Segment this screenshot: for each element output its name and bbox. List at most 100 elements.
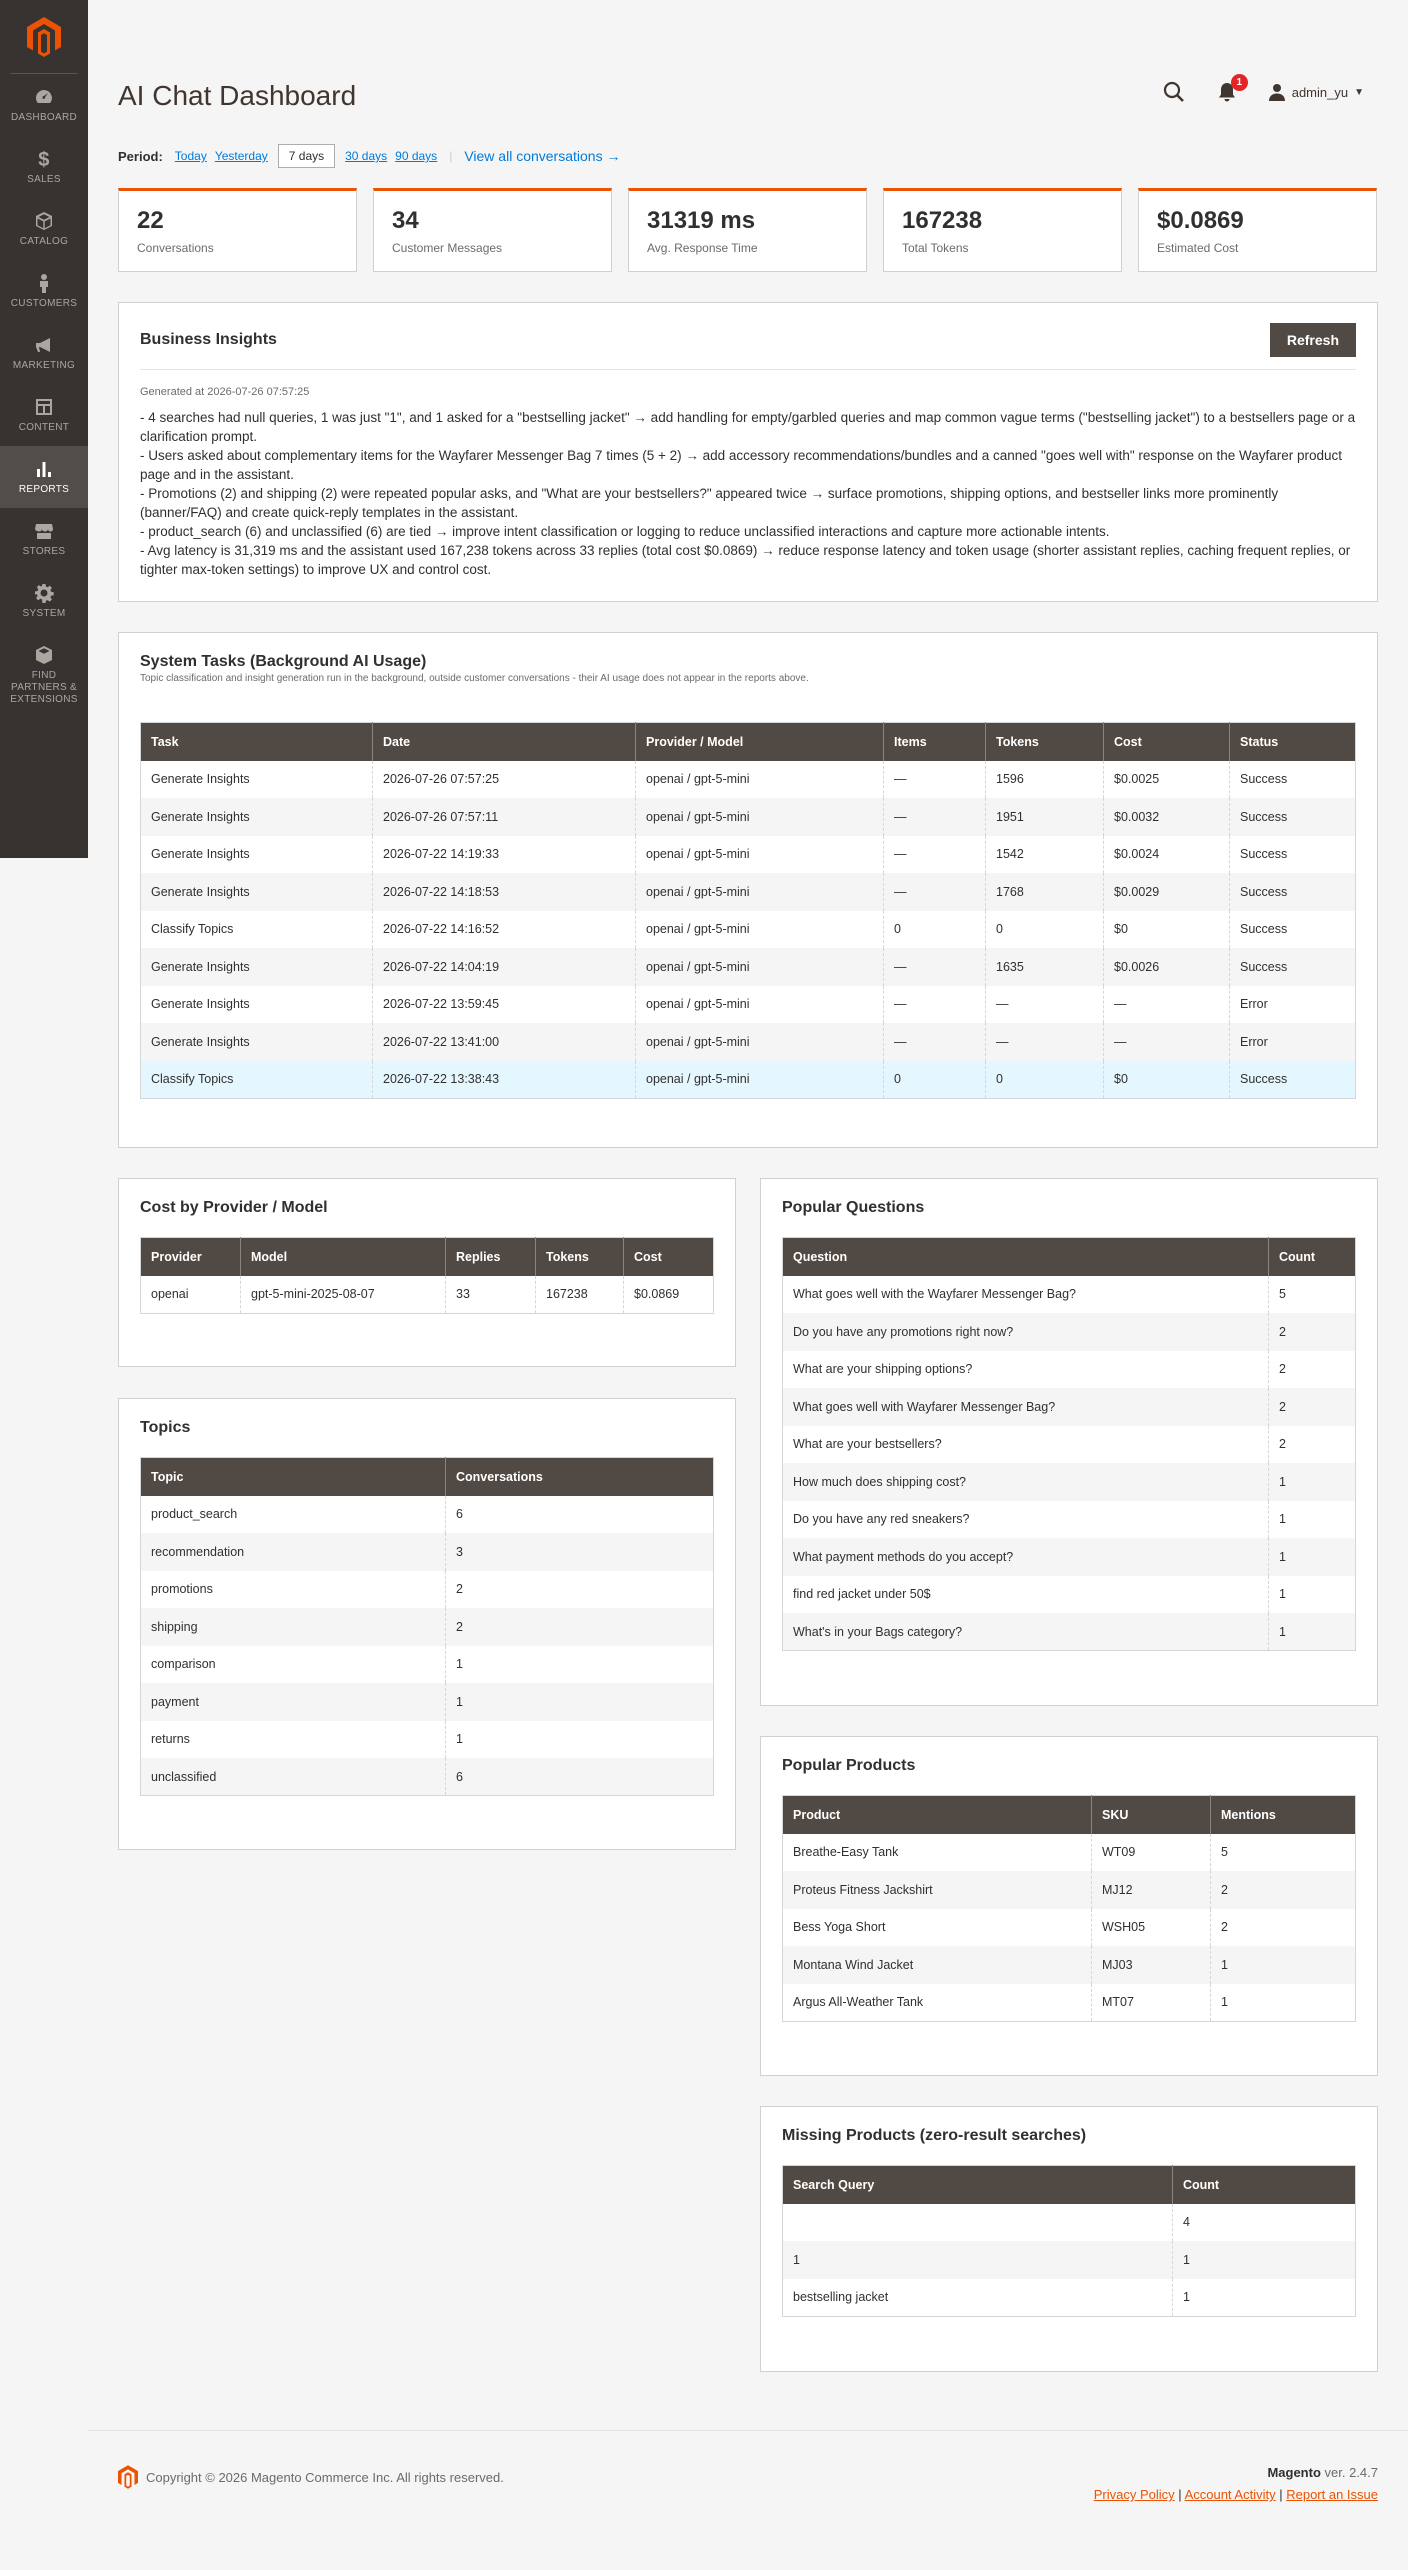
refresh-button[interactable]: Refresh [1269, 323, 1356, 357]
report-issue-link[interactable]: Report an Issue [1286, 2487, 1378, 2502]
table-row[interactable]: Generate Insights 2026-07-26 07:57:25 open… [140, 760, 1356, 798]
main-content: AI Chat Dashboard 1 admin_yu ▼ Period: T… [88, 0, 1408, 2372]
column-header[interactable]: Product [782, 1795, 1092, 1834]
column-header[interactable]: Items [883, 722, 986, 761]
count-cell: 1 [1268, 1463, 1356, 1501]
view-all-conversations-link[interactable]: View all conversations → [464, 148, 620, 164]
column-header[interactable]: Count [1268, 1237, 1356, 1276]
table-row[interactable]: Classify Topics 2026-07-22 14:16:52 openai… [140, 910, 1356, 948]
sidebar-item-content[interactable]: Content [0, 384, 88, 446]
table-row[interactable]: recommendation 3 [140, 1533, 714, 1571]
column-header[interactable]: Date [372, 722, 636, 761]
table-row[interactable]: unclassified 6 [140, 1758, 714, 1796]
business-insights-panel: Business Insights Refresh Generated at 2… [118, 302, 1378, 602]
table-row[interactable]: What payment methods do you accept? 1 [782, 1538, 1356, 1576]
table-row[interactable]: Generate Insights 2026-07-22 13:41:00 open… [140, 1023, 1356, 1061]
column-header[interactable]: Status [1229, 722, 1356, 761]
sidebar-item-sales[interactable]: $ Sales [0, 136, 88, 198]
column-header[interactable]: Mentions [1210, 1795, 1356, 1834]
status-cell: Success [1240, 847, 1288, 862]
table-row[interactable]: openai gpt-5-mini-2025-08-07 33 167238 $0.08… [140, 1275, 714, 1313]
table-row[interactable]: returns 1 [140, 1720, 714, 1758]
panel-title: System Tasks (Background AI Usage) [140, 653, 427, 670]
period-7days-selected[interactable]: 7 days [277, 144, 336, 168]
table-row[interactable]: Breathe-Easy Tank WT09 5 [782, 1833, 1356, 1871]
cost-cell: $0.0029 [1103, 873, 1230, 911]
column-header[interactable]: Tokens [985, 722, 1104, 761]
table-row[interactable]: payment 1 [140, 1683, 714, 1721]
table-row[interactable]: 11 [782, 2241, 1356, 2279]
period-yesterday-link[interactable]: Yesterday [215, 149, 268, 163]
insight-line: - Avg latency is 31,319 ms and the assis… [140, 543, 1351, 577]
column-header[interactable]: Model [240, 1237, 446, 1276]
count-cell: 1 [456, 1732, 463, 1747]
magento-logo[interactable] [10, 0, 78, 74]
sidebar-item-marketing[interactable]: Marketing [0, 322, 88, 384]
account-activity-link[interactable]: Account Activity [1185, 2487, 1276, 2502]
table-row[interactable]: Proteus Fitness Jackshirt MJ12 2 [782, 1871, 1356, 1909]
column-header[interactable]: Replies [445, 1237, 536, 1276]
table-row[interactable]: How much does shipping cost? 1 [782, 1463, 1356, 1501]
column-header[interactable]: Search Query [782, 2165, 1173, 2204]
table-row[interactable]: Do you have any red sneakers? 1 [782, 1500, 1356, 1538]
column-header[interactable]: Count [1172, 2165, 1356, 2204]
table-row[interactable]: Do you have any promotions right now? 2 [782, 1313, 1356, 1351]
user-menu[interactable]: admin_yu ▼ [1268, 83, 1364, 101]
table-row[interactable]: Bess Yoga Short WSH05 2 [782, 1908, 1356, 1946]
sidebar-item-dashboard[interactable]: Dashboard [0, 74, 88, 136]
sidebar-item-system[interactable]: System [0, 570, 88, 632]
replies-cell: 33 [445, 1275, 536, 1313]
stat-value: 34 [392, 207, 419, 234]
count-cell: 6 [456, 1507, 463, 1522]
sku-cell: MJ12 [1091, 1871, 1211, 1909]
column-header[interactable]: Tokens [535, 1237, 624, 1276]
sidebar-item-customers[interactable]: Customers [0, 260, 88, 322]
column-header[interactable]: Cost [1103, 722, 1230, 761]
table-row[interactable]: find red jacket under 50$ 1 [782, 1575, 1356, 1613]
table-row[interactable]: What's in your Bags category? 1 [782, 1613, 1356, 1651]
column-header[interactable]: Provider [140, 1237, 241, 1276]
table-row[interactable]: What are your bestsellers? 2 [782, 1425, 1356, 1463]
table-row[interactable]: Generate Insights 2026-07-22 13:59:45 open… [140, 985, 1356, 1023]
table-row[interactable]: Generate Insights 2026-07-22 14:04:19 open… [140, 948, 1356, 986]
table-row[interactable]: What are your shipping options? 2 [782, 1350, 1356, 1388]
column-header[interactable]: Provider / Model [635, 722, 884, 761]
cost-cell: — [1103, 985, 1230, 1023]
tokens-cell: 1635 [985, 948, 1104, 986]
sidebar-item-stores[interactable]: Stores [0, 508, 88, 570]
table-row[interactable]: shipping 2 [140, 1608, 714, 1646]
period-today-link[interactable]: Today [175, 149, 207, 163]
sidebar-item-reports[interactable]: Reports [0, 446, 88, 508]
column-header[interactable]: Conversations [445, 1457, 714, 1496]
column-header[interactable]: Topic [140, 1457, 446, 1496]
sidebar-item-partners[interactable]: Find Partners & Extensions [0, 632, 88, 718]
table-row[interactable]: Argus All-Weather Tank MT07 1 [782, 1983, 1356, 2021]
column-header[interactable]: Question [782, 1237, 1269, 1276]
table-row[interactable]: promotions 2 [140, 1570, 714, 1608]
period-30days-link[interactable]: 30 days [345, 149, 387, 163]
notifications-button[interactable]: 1 [1216, 74, 1248, 103]
table-row[interactable]: Generate Insights 2026-07-22 14:18:53 open… [140, 873, 1356, 911]
column-header[interactable]: Task [140, 722, 373, 761]
count-cell: 1 [1279, 1512, 1286, 1527]
search-icon[interactable] [1162, 80, 1186, 104]
product-cell: Breathe-Easy Tank [782, 1833, 1092, 1871]
table-row[interactable]: Generate Insights 2026-07-22 14:19:33 open… [140, 835, 1356, 873]
column-header[interactable]: Cost [623, 1237, 714, 1276]
table-row[interactable]: 4 [782, 2203, 1356, 2241]
period-90days-link[interactable]: 90 days [395, 149, 437, 163]
table-row[interactable]: Montana Wind Jacket MJ03 1 [782, 1946, 1356, 1984]
table-row[interactable]: bestselling jacket 1 [782, 2278, 1356, 2316]
table-row[interactable]: comparison 1 [140, 1645, 714, 1683]
privacy-policy-link[interactable]: Privacy Policy [1094, 2487, 1175, 2502]
table-row[interactable]: What goes well with Wayfarer Messenger B… [782, 1388, 1356, 1426]
panel-title: Missing Products (zero-result searches) [782, 2127, 1087, 2144]
column-header[interactable]: SKU [1091, 1795, 1211, 1834]
sidebar-item-catalog[interactable]: Catalog [0, 198, 88, 260]
table-row[interactable]: Classify Topics 2026-07-22 13:38:43 openai… [140, 1060, 1356, 1098]
table-row[interactable]: Generate Insights 2026-07-26 07:57:11 open… [140, 798, 1356, 836]
table-row[interactable]: product_search 6 [140, 1495, 714, 1533]
query-cell [782, 2203, 1173, 2241]
table-row[interactable]: What goes well with the Wayfarer Messeng… [782, 1275, 1356, 1313]
gear-icon [35, 583, 54, 603]
